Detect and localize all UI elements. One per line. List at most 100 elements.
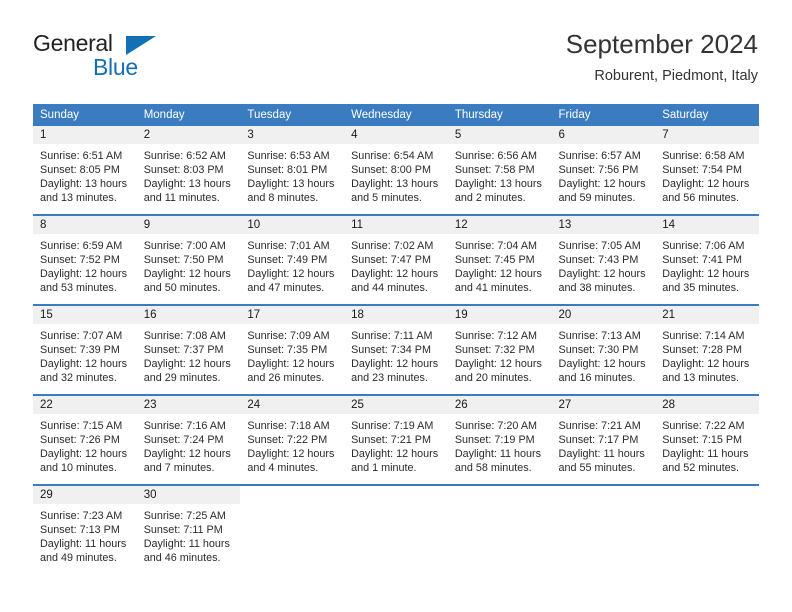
- calendar-day-cell[interactable]: 5 Sunrise: 6:56 AM Sunset: 7:58 PM Daylight…: [447, 126, 552, 215]
- sunset-text: Sunset: 7:13 PM: [40, 524, 120, 536]
- daylight-text: Daylight: 12 hours and 53 minutes.: [40, 268, 128, 294]
- calendar-day-cell[interactable]: 15 Sunrise: 7:07 AM Sunset: 7:39 PM Dayligh…: [33, 304, 137, 395]
- day-number: 2: [136, 126, 241, 144]
- calendar-day-cell[interactable]: 18 Sunrise: 7:11 AM Sunset: 7:34 PM Dayligh…: [344, 304, 448, 395]
- day-number: 5: [447, 126, 552, 144]
- day-cell-content: 2 Sunrise: 6:52 AM Sunset: 8:03 PM Daylight…: [136, 126, 241, 214]
- daylight-text: Daylight: 13 hours and 8 minutes.: [247, 178, 335, 204]
- day-cell-content: 8 Sunrise: 6:59 AM Sunset: 7:52 PM Daylight…: [33, 216, 137, 304]
- daylight-text: Daylight: 12 hours and 41 minutes.: [454, 268, 542, 294]
- day-number: 28: [655, 396, 759, 414]
- sunset-text: Sunset: 7:37 PM: [143, 344, 224, 356]
- calendar-day-cell[interactable]: 24 Sunrise: 7:18 AM Sunset: 7:22 PM Dayligh…: [240, 394, 345, 485]
- day-cell-content: 3 Sunrise: 6:53 AM Sunset: 8:01 PM Daylight…: [240, 126, 345, 214]
- day-cell-content: 19 Sunrise: 7:12 AM Sunset: 7:32 PM Dayligh…: [447, 306, 552, 394]
- day-cell-content: 4 Sunrise: 6:54 AM Sunset: 8:00 PM Daylight…: [344, 126, 448, 214]
- day-sun-info: [552, 504, 656, 509]
- day-sun-info: Sunrise: 6:58 AM Sunset: 7:54 PM Daylight:…: [655, 144, 759, 205]
- sunset-text: Sunset: 7:47 PM: [351, 254, 431, 266]
- calendar-day-cell[interactable]: 3 Sunrise: 6:53 AM Sunset: 8:01 PM Daylight…: [240, 126, 345, 215]
- sunrise-text: Sunrise: 7:11 AM: [351, 330, 433, 342]
- day-sun-info: Sunrise: 7:21 AM Sunset: 7:17 PM Daylight:…: [552, 414, 656, 475]
- sunrise-text: Sunrise: 7:05 AM: [558, 240, 641, 252]
- sunrise-text: Sunrise: 7:00 AM: [143, 240, 226, 252]
- calendar-day-cell[interactable]: 8 Sunrise: 6:59 AM Sunset: 7:52 PM Daylight…: [33, 214, 137, 305]
- general-blue-logo[interactable]: General Blue: [33, 28, 163, 86]
- day-sun-info: Sunrise: 7:14 AM Sunset: 7:28 PM Daylight:…: [655, 324, 759, 385]
- calendar-day-cell[interactable]: 7 Sunrise: 6:58 AM Sunset: 7:54 PM Daylight…: [655, 126, 759, 215]
- calendar-day-cell[interactable]: 29 Sunrise: 7:23 AM Sunset: 7:13 PM Dayligh…: [33, 484, 137, 574]
- sunset-text: Sunset: 7:56 PM: [558, 164, 639, 176]
- calendar-day-cell[interactable]: 28 Sunrise: 7:22 AM Sunset: 7:15 PM Dayligh…: [655, 394, 759, 485]
- calendar-day-cell[interactable]: 13 Sunrise: 7:05 AM Sunset: 7:43 PM Dayligh…: [551, 214, 656, 305]
- daylight-text: Daylight: 12 hours and 7 minutes.: [143, 448, 231, 474]
- calendar-day-cell[interactable]: 19 Sunrise: 7:12 AM Sunset: 7:32 PM Dayligh…: [447, 304, 552, 395]
- calendar-day-cell[interactable]: 20 Sunrise: 7:13 AM Sunset: 7:30 PM Dayligh…: [551, 304, 656, 395]
- day-sun-info: Sunrise: 7:07 AM Sunset: 7:39 PM Daylight:…: [33, 324, 137, 385]
- sunrise-text: Sunrise: 7:04 AM: [454, 240, 538, 252]
- calendar-body: 1 Sunrise: 6:51 AM Sunset: 8:05 PM Daylight…: [33, 126, 759, 574]
- sunset-text: Sunset: 7:17 PM: [558, 434, 639, 446]
- daylight-text: Daylight: 12 hours and 20 minutes.: [454, 358, 542, 384]
- day-sun-info: Sunrise: 7:13 AM Sunset: 7:30 PM Daylight:…: [552, 324, 656, 385]
- sunrise-text: Sunrise: 7:19 AM: [351, 420, 434, 432]
- calendar-day-cell[interactable]: 17 Sunrise: 7:09 AM Sunset: 7:35 PM Dayligh…: [240, 304, 345, 395]
- calendar-day-cell[interactable]: 9 Sunrise: 7:00 AM Sunset: 7:50 PM Daylight…: [136, 214, 241, 305]
- calendar-day-cell[interactable]: 6 Sunrise: 6:57 AM Sunset: 7:56 PM Daylight…: [551, 126, 656, 215]
- calendar-day-cell[interactable]: 21 Sunrise: 7:14 AM Sunset: 7:28 PM Dayligh…: [655, 304, 759, 395]
- day-sun-info: Sunrise: 6:51 AM Sunset: 8:05 PM Daylight:…: [33, 144, 137, 205]
- daylight-text: Daylight: 12 hours and 59 minutes.: [558, 178, 646, 204]
- calendar-day-cell[interactable]: 4 Sunrise: 6:54 AM Sunset: 8:00 PM Daylight…: [344, 126, 448, 215]
- day-number: 1: [33, 126, 137, 144]
- sunrise-text: Sunrise: 7:09 AM: [247, 330, 330, 342]
- day-cell-content: 27 Sunrise: 7:21 AM Sunset: 7:17 PM Dayligh…: [551, 396, 656, 484]
- day-cell-content: [240, 486, 344, 574]
- daylight-text: Daylight: 13 hours and 13 minutes.: [40, 178, 128, 204]
- day-number: 4: [344, 126, 448, 144]
- calendar-day-cell[interactable]: 30 Sunrise: 7:25 AM Sunset: 7:11 PM Dayligh…: [136, 484, 241, 574]
- day-cell-content: 10 Sunrise: 7:01 AM Sunset: 7:49 PM Dayligh…: [240, 216, 345, 304]
- calendar-day-cell[interactable]: 12 Sunrise: 7:04 AM Sunset: 7:45 PM Dayligh…: [447, 214, 552, 305]
- day-cell-content: [655, 486, 759, 574]
- sunrise-text: Sunrise: 7:18 AM: [247, 420, 330, 432]
- calendar-day-cell[interactable]: 23 Sunrise: 7:16 AM Sunset: 7:24 PM Dayligh…: [136, 394, 241, 485]
- day-cell-content: 17 Sunrise: 7:09 AM Sunset: 7:35 PM Dayligh…: [240, 306, 345, 394]
- calendar-day-cell[interactable]: 2 Sunrise: 6:52 AM Sunset: 8:03 PM Daylight…: [136, 126, 241, 215]
- day-number: 17: [240, 306, 345, 324]
- calendar-day-cell[interactable]: 22 Sunrise: 7:15 AM Sunset: 7:26 PM Dayligh…: [33, 394, 137, 485]
- calendar-page: General Blue September 2024 Roburent, Pi…: [0, 0, 792, 612]
- day-cell-content: 5 Sunrise: 6:56 AM Sunset: 7:58 PM Daylight…: [447, 126, 552, 214]
- sunset-text: Sunset: 7:28 PM: [662, 344, 743, 356]
- day-sun-info: Sunrise: 6:54 AM Sunset: 8:00 PM Daylight:…: [344, 144, 448, 205]
- calendar-day-cell[interactable]: 11 Sunrise: 7:02 AM Sunset: 7:47 PM Dayligh…: [344, 214, 448, 305]
- sunrise-text: Sunrise: 6:58 AM: [662, 150, 745, 162]
- calendar-day-cell[interactable]: 16 Sunrise: 7:08 AM Sunset: 7:37 PM Dayligh…: [136, 304, 241, 395]
- day-number: 26: [447, 396, 552, 414]
- day-sun-info: Sunrise: 7:12 AM Sunset: 7:32 PM Daylight:…: [448, 324, 552, 385]
- day-number: 30: [136, 486, 241, 504]
- calendar-day-cell[interactable]: 25 Sunrise: 7:19 AM Sunset: 7:21 PM Dayligh…: [344, 394, 448, 485]
- calendar-week-row: 1 Sunrise: 6:51 AM Sunset: 8:05 PM Daylight…: [33, 126, 759, 215]
- day-sun-info: Sunrise: 7:15 AM Sunset: 7:26 PM Daylight:…: [33, 414, 137, 475]
- sunrise-text: Sunrise: 6:53 AM: [247, 150, 330, 162]
- sunset-text: Sunset: 7:39 PM: [40, 344, 120, 356]
- logo-text-blue: Blue: [93, 54, 138, 80]
- sunset-text: Sunset: 7:21 PM: [351, 434, 431, 446]
- daylight-text: Daylight: 12 hours and 44 minutes.: [351, 268, 439, 294]
- calendar-day-cell[interactable]: 14 Sunrise: 7:06 AM Sunset: 7:41 PM Dayligh…: [655, 214, 759, 305]
- title-block: September 2024 Roburent, Piedmont, Italy: [566, 28, 758, 86]
- day-number: 18: [344, 306, 448, 324]
- calendar-day-cell[interactable]: 26 Sunrise: 7:20 AM Sunset: 7:19 PM Dayligh…: [447, 394, 552, 485]
- calendar-day-cell[interactable]: 1 Sunrise: 6:51 AM Sunset: 8:05 PM Daylight…: [33, 126, 137, 215]
- daylight-text: Daylight: 12 hours and 50 minutes.: [143, 268, 231, 294]
- daylight-text: Daylight: 11 hours and 55 minutes.: [558, 448, 645, 474]
- day-number: [240, 486, 344, 504]
- day-cell-content: 11 Sunrise: 7:02 AM Sunset: 7:47 PM Dayligh…: [344, 216, 448, 304]
- daylight-text: Daylight: 12 hours and 56 minutes.: [662, 178, 750, 204]
- calendar-day-cell: [447, 484, 552, 574]
- day-cell-content: 26 Sunrise: 7:20 AM Sunset: 7:19 PM Dayligh…: [447, 396, 552, 484]
- calendar-day-cell[interactable]: 27 Sunrise: 7:21 AM Sunset: 7:17 PM Dayligh…: [551, 394, 656, 485]
- calendar-day-cell[interactable]: 10 Sunrise: 7:01 AM Sunset: 7:49 PM Dayligh…: [240, 214, 345, 305]
- day-number: 29: [33, 486, 137, 504]
- sunrise-text: Sunrise: 7:25 AM: [143, 510, 226, 522]
